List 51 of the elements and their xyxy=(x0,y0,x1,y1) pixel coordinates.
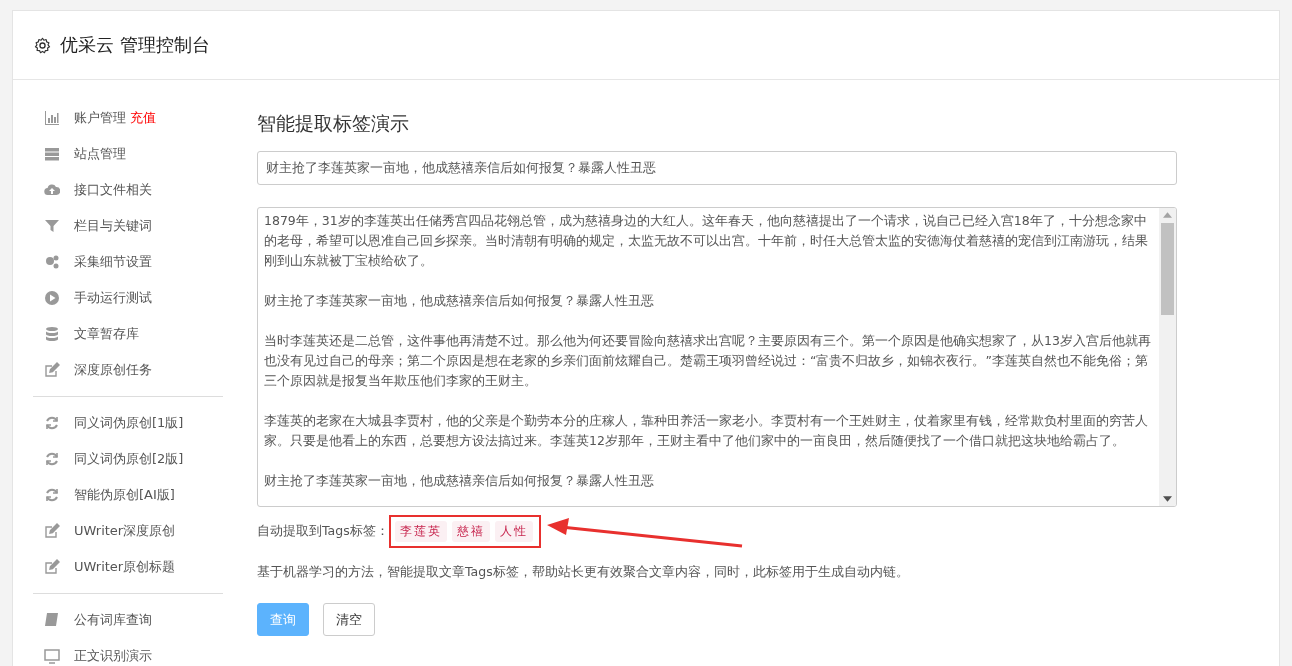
scrollbar[interactable] xyxy=(1159,208,1176,506)
paragraph: 财主抢了李莲英家一亩地，他成慈禧亲信后如何报复？暴露人性丑恶 xyxy=(264,472,655,490)
sidebar-item[interactable]: 账户管理 充值 xyxy=(33,100,223,136)
server-icon xyxy=(44,146,60,162)
clear-button[interactable]: 清空 xyxy=(323,603,375,636)
cloud-upload-icon xyxy=(44,182,60,198)
tag: 慈禧 xyxy=(451,521,490,542)
scroll-down-icon[interactable] xyxy=(1163,496,1172,502)
sidebar-item[interactable]: 采集细节设置 xyxy=(33,244,223,280)
database-icon xyxy=(44,326,60,342)
sidebar-item[interactable]: 手动运行测试 xyxy=(33,280,223,316)
tag: 李莲英 xyxy=(394,521,447,542)
header-title: 优采云 管理控制台 xyxy=(60,33,210,57)
tags-label: 自动提取到Tags标签： xyxy=(257,523,389,540)
play-icon xyxy=(44,290,60,306)
gears-icon xyxy=(44,254,60,270)
description-text: 基于机器学习的方法，智能提取文章Tags标签，帮助站长更有效聚合文章内容，同时，此标签用于生成自动内链。 xyxy=(257,564,910,581)
edit-icon xyxy=(44,362,60,378)
book-icon xyxy=(44,612,60,628)
refresh-icon xyxy=(44,487,60,503)
sidebar-item[interactable]: UWriter深度原创 xyxy=(33,513,223,549)
refresh-icon xyxy=(44,415,60,431)
settings-icon xyxy=(34,36,51,54)
sidebar-item[interactable]: 文章暂存库 xyxy=(33,316,223,352)
tag: 人性 xyxy=(494,521,533,542)
paragraph: 李莲英的老家在大城县李贾村，他的父亲是个勤劳本分的庄稼人，靠种田养活一家老小。李贾村有一个王姓财主，仗着家里有钱，经常欺负村里面的穷苦人家。只要是他看上的东西，总要想方设法搞过来。李莲英12岁那年，王财主看中了他们家中的一亩良田，然后随便找了一个借口就把这块地给霸占了。 xyxy=(264,412,1149,450)
paragraph: 1879年，31岁的李莲英出任储秀宫四品花翎总管，成为慈禧身边的大红人。这年春天，他向慈禧提出了一个请求，说自己已经入宫18年了，十分想念家中的老母，希望可以恩准自己回乡探亲。当时清朝有明确的规定，太监无故不可以出宫。十年前，时任大总管太监的安德海仗着慈禧的宠信到江南游玩，结果刚到山东就被丁宝桢给砍了。 xyxy=(264,212,1149,270)
sidebar-item[interactable]: UWriter原创标题 xyxy=(33,549,223,585)
refresh-icon xyxy=(44,451,60,467)
recharge-link[interactable]: 充值 xyxy=(130,109,156,127)
paragraph: 当时李莲英还是二总管，这件事他再清楚不过。那么他为何还要冒险向慈禧求出宫呢？主要原因有三个。第一个原因是他确实想家了，从13岁入宫后他就再也没有见过自己的母亲；第二个原因是想在老家的乡亲们面前炫耀自己。楚霸王项羽曾经说过：“富贵不归故乡，如锦衣夜行。”李莲英自然也不能免俗；第三个原因就是报复当年欺压他们李家的王财主。 xyxy=(264,332,1151,390)
scrollbar-thumb[interactable] xyxy=(1161,223,1174,315)
section-heading: 智能提取标签演示 xyxy=(257,111,410,136)
sidebar-item[interactable]: 公有词库查询 xyxy=(33,602,223,638)
edit-icon xyxy=(44,523,60,539)
paragraph: 财主抢了李莲英家一亩地，他成慈禧亲信后如何报复？暴露人性丑恶 xyxy=(264,292,655,310)
scroll-up-icon[interactable] xyxy=(1163,212,1172,218)
sidebar-item[interactable]: 栏目与关键词 xyxy=(33,208,223,244)
sidebar-item[interactable]: 深度原创任务 xyxy=(33,352,223,388)
bar-chart-icon xyxy=(44,110,60,126)
filter-icon xyxy=(44,218,60,234)
content-field[interactable] xyxy=(257,207,1177,507)
edit-icon xyxy=(44,559,60,575)
sidebar-item[interactable]: 接口文件相关 xyxy=(33,172,223,208)
sidebar-item[interactable]: 正文识别演示 xyxy=(33,638,223,666)
monitor-icon xyxy=(44,648,60,664)
sidebar-item[interactable]: 智能伪原创[AI版] xyxy=(33,477,223,513)
sidebar-item[interactable]: 同义词伪原创[1版] xyxy=(33,405,223,441)
sidebar-item[interactable]: 站点管理 xyxy=(33,136,223,172)
title-field[interactable]: 财主抢了李莲英家一亩地，他成慈禧亲信后如何报复？暴露人性丑恶 xyxy=(257,151,1177,185)
sidebar-item[interactable]: 同义词伪原创[2版] xyxy=(33,441,223,477)
